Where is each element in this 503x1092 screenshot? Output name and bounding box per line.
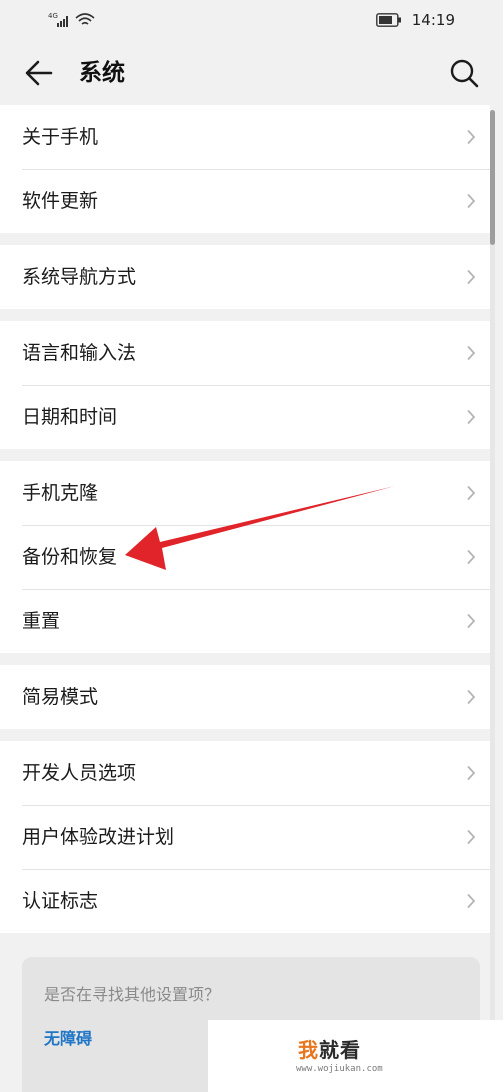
row-label: 系统导航方式 <box>22 266 137 288</box>
settings-group: 系统导航方式 <box>0 245 490 309</box>
settings-row-certification[interactable]: 认证标志 <box>0 869 490 933</box>
settings-row-backup-restore[interactable]: 备份和恢复 <box>0 525 490 589</box>
signal-wifi-indicators: 4G <box>48 11 108 29</box>
chevron-right-icon <box>467 129 476 145</box>
chevron-right-icon <box>467 549 476 565</box>
settings-row-navigation[interactable]: 系统导航方式 <box>0 245 490 309</box>
chevron-right-icon <box>467 765 476 781</box>
settings-row-date-time[interactable]: 日期和时间 <box>0 385 490 449</box>
chevron-right-icon <box>467 193 476 209</box>
scrollbar[interactable] <box>490 110 495 1090</box>
settings-group: 手机克隆 备份和恢复 重置 <box>0 461 490 653</box>
row-label: 重置 <box>22 610 61 632</box>
chevron-right-icon <box>467 345 476 361</box>
signal-icon: 4G <box>48 12 95 27</box>
settings-row-software-update[interactable]: 软件更新 <box>0 169 490 233</box>
back-button[interactable] <box>22 56 56 90</box>
settings-row-language-input[interactable]: 语言和输入法 <box>0 321 490 385</box>
settings-group: 关于手机 软件更新 <box>0 105 490 233</box>
chevron-right-icon <box>467 893 476 909</box>
row-label: 认证标志 <box>22 890 99 912</box>
svg-text:4G: 4G <box>48 12 58 20</box>
scrollbar-thumb[interactable] <box>490 110 495 245</box>
wifi-icon <box>75 13 95 25</box>
settings-list: 关于手机 软件更新 系统导航方式 语言和输入法 日期和时间 手机克隆 备份和恢复 <box>0 105 490 945</box>
chevron-right-icon <box>467 613 476 629</box>
watermark-url: www.wojiukan.com <box>296 1064 383 1074</box>
page-title: 系统 <box>79 60 125 86</box>
settings-row-about-phone[interactable]: 关于手机 <box>0 105 490 169</box>
settings-group: 开发人员选项 用户体验改进计划 认证标志 <box>0 741 490 933</box>
accessibility-link[interactable]: 无障碍 <box>44 1025 92 1049</box>
watermark-logo: 我就看 <box>298 1038 361 1062</box>
battery-icon <box>375 13 401 27</box>
row-label: 开发人员选项 <box>22 762 137 784</box>
suggestion-question: 是否在寻找其他设置项？ <box>44 985 221 1004</box>
settings-row-phone-clone[interactable]: 手机克隆 <box>0 461 490 525</box>
settings-group: 简易模式 <box>0 665 490 729</box>
row-label: 简易模式 <box>22 686 99 708</box>
search-icon <box>450 59 479 88</box>
row-label: 手机克隆 <box>22 482 99 504</box>
row-label: 用户体验改进计划 <box>22 826 175 848</box>
app-header: 系统 <box>0 40 503 106</box>
clock: 14:19 <box>411 11 455 29</box>
settings-row-developer-options[interactable]: 开发人员选项 <box>0 741 490 805</box>
chevron-right-icon <box>467 409 476 425</box>
row-label: 关于手机 <box>22 126 99 148</box>
status-right: 14:19 <box>375 9 455 31</box>
back-arrow-icon <box>25 60 53 86</box>
search-button[interactable] <box>447 56 481 90</box>
chevron-right-icon <box>467 269 476 285</box>
watermark: 我就看 www.wojiukan.com <box>208 1020 503 1092</box>
settings-group: 语言和输入法 日期和时间 <box>0 321 490 449</box>
row-label: 备份和恢复 <box>22 546 118 568</box>
settings-row-reset[interactable]: 重置 <box>0 589 490 653</box>
status-bar: 4G 14:19 <box>0 0 503 40</box>
settings-row-user-experience[interactable]: 用户体验改进计划 <box>0 805 490 869</box>
row-label: 软件更新 <box>22 190 99 212</box>
chevron-right-icon <box>467 829 476 845</box>
row-label: 日期和时间 <box>22 406 118 428</box>
chevron-right-icon <box>467 689 476 705</box>
settings-row-simple-mode[interactable]: 简易模式 <box>0 665 490 729</box>
row-label: 语言和输入法 <box>22 342 137 364</box>
chevron-right-icon <box>467 485 476 501</box>
